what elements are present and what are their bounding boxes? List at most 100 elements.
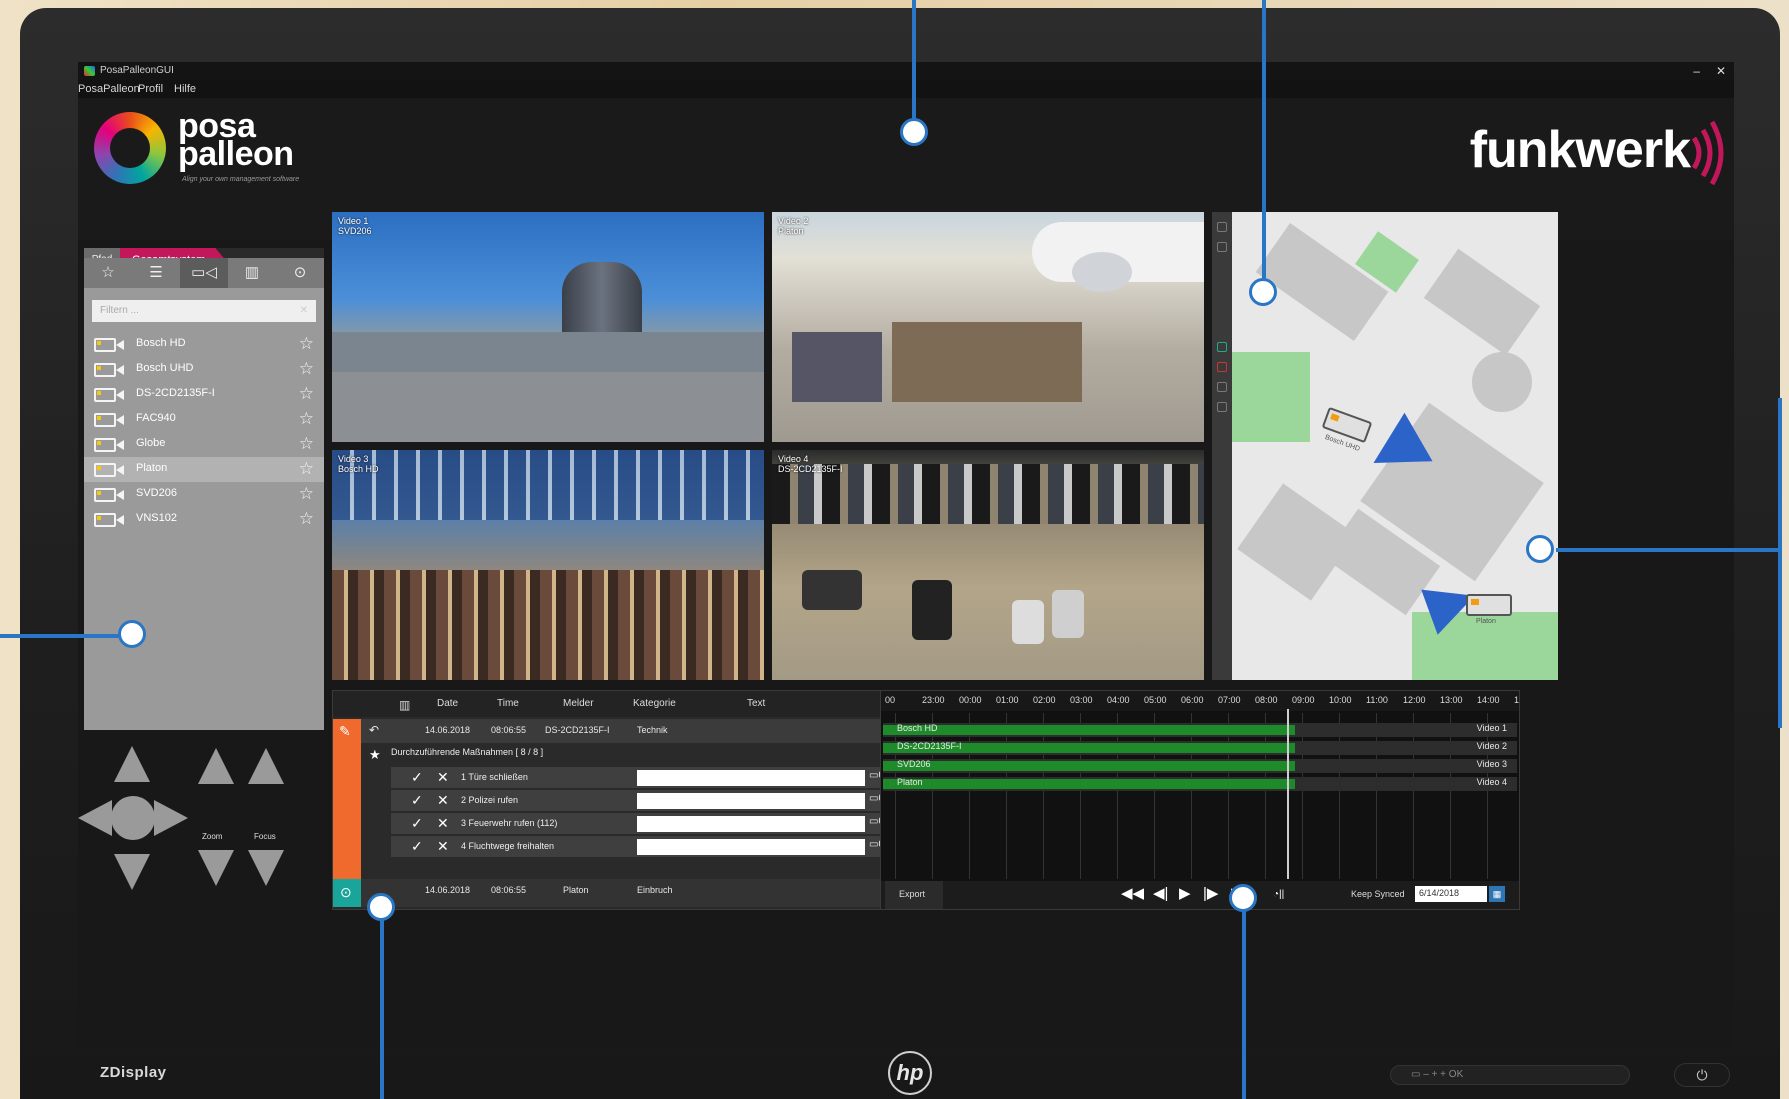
map-icon[interactable]: ▥ [228,258,276,288]
hour-label: 06:00 [1181,695,1204,705]
export-button[interactable]: Export [885,881,943,909]
focus-label: Focus [254,832,276,841]
callout-line [1778,398,1782,728]
close-icon[interactable] [1217,402,1227,412]
camera-list-item[interactable]: VNS102 ☆ [84,507,324,532]
map-camera-icon[interactable] [1466,594,1512,616]
hour-label: 13:00 [1440,695,1463,705]
favorite-star-icon[interactable]: ☆ [299,509,314,529]
reject-icon[interactable]: ✕ [437,815,449,832]
measure-comment-input[interactable] [637,816,865,832]
step-forward-icon[interactable]: |▶ [1203,884,1218,902]
speed-icon[interactable]: ◔|| [1273,889,1284,900]
video-tile-2[interactable]: Video 2 Platon [772,212,1204,442]
recording-timeline[interactable]: 00 23:00 00:00 01:00 02:00 03:00 04:00 05:00 06:… [880,690,1520,910]
columns-icon[interactable]: ▥ [399,698,410,712]
reject-icon[interactable]: ✕ [437,792,449,809]
callout-line [912,0,916,120]
calendar-icon[interactable]: ▦ [1489,886,1505,902]
camera-icon[interactable]: ▭◁ [180,258,228,288]
marker-icon[interactable] [1217,362,1227,372]
ptz-pad-icon[interactable] [78,738,324,968]
reject-icon[interactable]: ✕ [437,769,449,786]
camera-list-item[interactable]: SVD206 ☆ [84,482,324,507]
star-icon[interactable]: ★ [369,747,381,763]
camera-list-item[interactable]: Bosch UHD ☆ [84,357,324,382]
menu-profil[interactable]: Profil [138,80,163,98]
recording-bar [883,761,1295,771]
monitor-buttons[interactable]: ▭ – + + OK [1390,1065,1630,1085]
zoom-out-icon[interactable] [1217,242,1227,252]
map-toolbar [1212,212,1232,680]
measure-comment-input[interactable] [637,793,865,809]
power-button[interactable]: ⏻ [1674,1063,1730,1087]
playhead[interactable] [1287,709,1289,879]
confirm-icon[interactable]: ✓ [411,769,423,786]
hour-label: 15:0 [1514,695,1520,705]
video-label: Video 4 DS-2CD2135F-I [778,454,843,474]
target-icon[interactable]: ⊙ [276,258,324,288]
measure-comment-input[interactable] [637,839,865,855]
camera-icon [94,488,124,502]
site-map[interactable]: Bosch UHD Platon [1232,212,1558,680]
car-shape [802,570,862,610]
video-tile-3[interactable]: Video 3 Bosch HD [332,450,764,680]
measure-comment-input[interactable] [637,770,865,786]
confirm-icon[interactable]: ✓ [411,815,423,832]
keep-synced-label[interactable]: Keep Synced [1351,889,1405,899]
col-text[interactable]: Text [747,698,765,709]
video-tile-1[interactable]: Video 1 SVD206 [332,212,764,442]
camera-list-item[interactable]: FAC940 ☆ [84,407,324,432]
reject-icon[interactable]: ✕ [437,838,449,855]
favorite-star-icon[interactable]: ☆ [299,409,314,429]
col-time[interactable]: Time [497,698,519,709]
favorite-star-icon[interactable]: ☆ [299,434,314,454]
favorite-star-icon[interactable]: ☆ [299,484,314,504]
timeline-track[interactable]: SVD206 Video 3 [883,759,1517,773]
menu-hilfe[interactable]: Hilfe [174,80,196,98]
camera-list-item[interactable]: Globe ☆ [84,432,324,457]
timeline-track[interactable]: DS-2CD2135F-I Video 2 [883,741,1517,755]
timeline-track[interactable]: Bosch HD Video 1 [883,723,1517,737]
save-icon[interactable] [1217,382,1227,392]
hour-gridline [1228,713,1229,879]
hour-gridline [1117,713,1118,879]
favorite-star-icon[interactable]: ☆ [299,359,314,379]
minimize-button[interactable]: – [1693,62,1700,80]
step-back-icon[interactable]: ◀| [1153,884,1168,902]
hour-label: 05:00 [1144,695,1167,705]
undo-icon[interactable]: ↶ [369,723,379,737]
parking-shape [332,372,764,442]
menu-posapalleon[interactable]: PosaPalleon [78,80,140,98]
favorite-star-icon[interactable]: ☆ [299,384,314,404]
alarm-row[interactable]: ↶ 14.06.2018 08:06:55 DS-2CD2135F-I Tech… [361,719,911,743]
favorite-star-icon[interactable]: ☆ [299,334,314,354]
hour-label: 11:00 [1366,695,1388,705]
filter-input[interactable]: Filtern ... ✕ [92,300,316,322]
clear-icon[interactable]: ✕ [300,300,308,322]
target-icon[interactable]: ⊙ [340,884,352,901]
camera-list-item[interactable]: Bosch HD ☆ [84,332,324,357]
rewind-icon[interactable]: ◀◀ [1121,884,1144,902]
play-icon[interactable]: ▶ [1179,884,1191,902]
zoom-in-icon[interactable] [1217,222,1227,232]
alarm-row[interactable]: 14.06.2018 08:06:55 Platon Einbruch [361,879,911,907]
camera-list-item[interactable]: Platon ☆ [84,457,324,482]
list-icon[interactable]: ☰ [132,258,180,288]
col-date[interactable]: Date [437,698,458,709]
camera-list-item[interactable]: DS-2CD2135F-I ☆ [84,382,324,407]
alarm-panel: ▥ Date Time Melder Kategorie Text ✎ ↶ 14… [332,690,912,910]
timeline-track[interactable]: Platon Video 4 [883,777,1517,791]
close-button[interactable]: ✕ [1716,62,1726,80]
edit-icon[interactable]: ✎ [339,723,351,740]
measure-text: 3 Feuerwehr rufen (112) [461,818,558,828]
date-field[interactable]: 6/14/2018 [1415,886,1487,902]
star-icon[interactable]: ☆ [84,258,132,288]
col-kategorie[interactable]: Kategorie [633,698,676,709]
layer-icon[interactable] [1217,342,1227,352]
favorite-star-icon[interactable]: ☆ [299,459,314,479]
col-melder[interactable]: Melder [563,698,594,709]
confirm-icon[interactable]: ✓ [411,838,423,855]
confirm-icon[interactable]: ✓ [411,792,423,809]
video-tile-4[interactable]: Video 4 DS-2CD2135F-I [772,450,1204,680]
